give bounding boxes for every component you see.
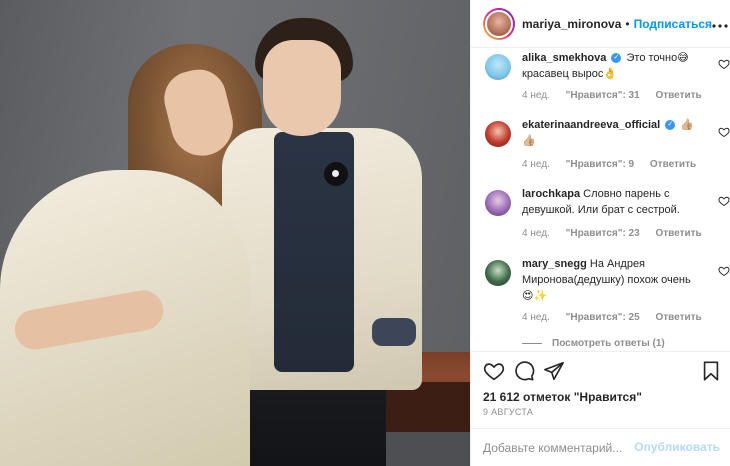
heart-icon[interactable] xyxy=(483,360,505,382)
comment-meta: 4 нед. "Нравится": 9 Ответить xyxy=(522,159,709,170)
comment-like-heart-icon[interactable] xyxy=(718,126,730,138)
photo-lapel-flower xyxy=(324,162,348,186)
share-icon[interactable] xyxy=(543,360,565,382)
action-bar: 21 612 отметок "Нравится" xyxy=(471,351,730,404)
publish-button[interactable]: Опубликовать xyxy=(634,440,720,454)
comment-body: larochkapa Словно парень с девушкой. Или… xyxy=(522,186,694,218)
reply-button[interactable]: Ответить xyxy=(655,90,701,101)
commenter-avatar[interactable] xyxy=(485,54,511,80)
photo-man-face xyxy=(263,40,341,136)
post-side-panel: mariya_mironova • Подписаться alika_smek… xyxy=(470,0,730,466)
more-options-icon[interactable] xyxy=(712,15,728,33)
author-avatar[interactable] xyxy=(483,7,515,40)
commenter-username[interactable]: mary_snegg xyxy=(522,258,587,270)
comment-meta: 4 нед. "Нравится": 31 Ответить xyxy=(522,90,715,101)
comment-input[interactable] xyxy=(483,438,633,458)
post-photo[interactable] xyxy=(0,0,470,466)
view-replies-label: Посмотреть ответы (1) xyxy=(552,338,665,349)
instagram-post: mariya_mironova • Подписаться alika_smek… xyxy=(0,0,730,466)
comment-like-heart-icon[interactable] xyxy=(718,58,730,70)
comment-meta: 4 нед. "Нравится": 25 Ответить xyxy=(522,312,715,323)
commenter-avatar[interactable] xyxy=(485,260,511,286)
reply-button[interactable]: Ответить xyxy=(655,312,701,323)
commenter-avatar[interactable] xyxy=(485,121,511,147)
reply-button[interactable]: Ответить xyxy=(650,159,696,170)
comment-time: 4 нед. xyxy=(522,159,550,170)
author-username[interactable]: mariya_mironova xyxy=(522,17,621,31)
comment-composer: Опубликовать xyxy=(471,428,730,466)
comment-likes-count[interactable]: "Нравится": 31 xyxy=(566,90,640,101)
verified-badge-icon: ✓ xyxy=(611,53,622,64)
comment-body: ekaterinaandreeva_official ✓ 👍🏼👍🏼 xyxy=(522,117,694,149)
comment-time: 4 нед. xyxy=(522,312,550,323)
verified-badge-icon: ✓ xyxy=(665,120,676,131)
comment-likes-count[interactable]: "Нравится": 9 xyxy=(566,159,635,170)
commenter-username[interactable]: ekaterinaandreeva_official xyxy=(522,119,660,131)
comment-body: alika_smekhova ✓ Это точно😅 красавец выр… xyxy=(522,50,694,82)
comment-like-heart-icon[interactable] xyxy=(718,265,730,277)
post-header: mariya_mironova • Подписаться xyxy=(471,0,730,48)
follow-button[interactable]: Подписаться xyxy=(634,17,712,31)
comment-meta: 4 нед. "Нравится": 23 Ответить xyxy=(522,228,715,239)
reply-button[interactable]: Ответить xyxy=(655,228,701,239)
photo-man-cuff xyxy=(372,318,416,346)
commenter-avatar[interactable] xyxy=(485,190,511,216)
comment-like-heart-icon[interactable] xyxy=(718,195,730,207)
comment-likes-count[interactable]: "Нравится": 23 xyxy=(566,228,640,239)
replies-divider-line xyxy=(522,342,542,344)
bookmark-icon[interactable] xyxy=(700,360,722,382)
comment-likes-count[interactable]: "Нравится": 25 xyxy=(566,312,640,323)
header-separator: • xyxy=(625,16,630,31)
commenter-username[interactable]: alika_smekhova xyxy=(522,52,606,64)
comment-time: 4 нед. xyxy=(522,90,550,101)
comment-body: mary_snegg На Андрея Миронова(дедушку) п… xyxy=(522,256,694,304)
view-replies-button[interactable]: Посмотреть ответы (1) xyxy=(522,338,665,349)
comments-list[interactable]: alika_smekhova ✓ Это точно😅 красавец выр… xyxy=(471,48,730,351)
post-date[interactable]: 9 АВГУСТА xyxy=(483,407,533,417)
commenter-username[interactable]: larochkapa xyxy=(522,188,580,200)
comment-time: 4 нед. xyxy=(522,228,550,239)
comment-icon[interactable] xyxy=(513,360,535,382)
likes-count[interactable]: 21 612 отметок "Нравится" xyxy=(483,390,642,404)
